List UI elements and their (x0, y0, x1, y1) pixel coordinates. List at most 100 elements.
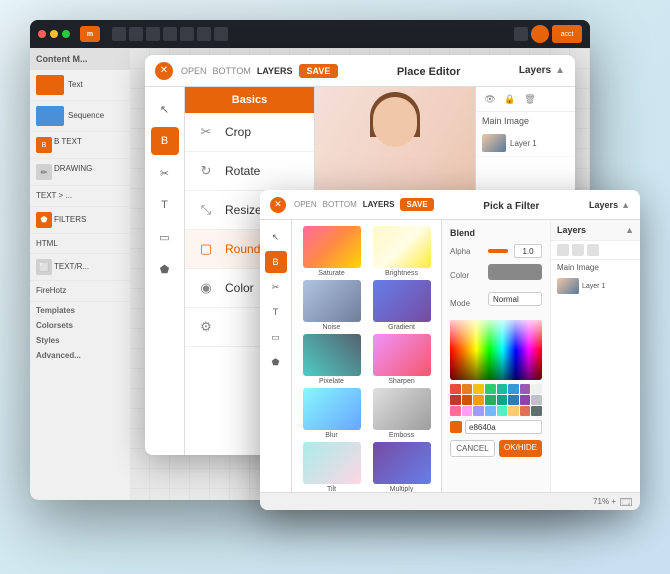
sidebar-item-drawing[interactable]: ✏ DRAWING (30, 159, 130, 186)
sidebar-item-paper[interactable]: ⬜ TEXT/R... (30, 254, 130, 281)
swatch-dark-blue[interactable] (508, 395, 519, 405)
blend-alpha-slider[interactable] (488, 249, 508, 253)
section-templates[interactable]: Templates (30, 302, 130, 317)
ok-button[interactable]: OK/HIDE (499, 440, 542, 457)
section-advanced[interactable]: Advanced... (30, 347, 130, 362)
filter-tool-filter[interactable]: ⬟ (265, 351, 287, 373)
tool-4[interactable] (163, 27, 177, 41)
settings-icon[interactable] (514, 27, 528, 41)
sidebar-item-html[interactable]: HTML (30, 234, 130, 255)
filter-cell-saturate[interactable]: Saturate (298, 226, 365, 277)
layer-visible-icon[interactable]: 👁 (482, 91, 498, 107)
filter-cell-brightness[interactable]: Brightness (368, 226, 435, 277)
swatch-teal[interactable] (497, 384, 508, 394)
tab-bottom[interactable]: BOTTOM (213, 66, 251, 76)
tool-7[interactable] (214, 27, 228, 41)
swatch-yellow[interactable] (473, 384, 484, 394)
tool-shape[interactable]: ▭ (151, 223, 179, 251)
blend-alpha-value[interactable]: 1.0 (514, 244, 542, 258)
sidebar-item-text2[interactable]: TEXT > ... (30, 186, 130, 207)
tool-3[interactable] (146, 27, 160, 41)
swatch-light[interactable] (531, 384, 542, 394)
cancel-button[interactable]: CANCEL (450, 440, 495, 457)
swatch-green[interactable] (485, 384, 496, 394)
filter-close-button[interactable]: ✕ (270, 197, 286, 213)
filter-tool-basics[interactable]: B (265, 251, 287, 273)
filter-cell-pixelate[interactable]: Pixelate (298, 334, 365, 385)
filter-cell-gradient[interactable]: Gradient (368, 280, 435, 331)
swatch-salmon[interactable] (520, 406, 531, 416)
section-styles[interactable]: Styles (30, 332, 130, 347)
tool-filter[interactable]: ⬟ (151, 255, 179, 283)
layer-lock-icon[interactable]: 🔒 (502, 91, 518, 107)
tool-6[interactable] (197, 27, 211, 41)
swatch-red[interactable] (450, 384, 461, 394)
basics-item-rotate[interactable]: ↻ Rotate (185, 152, 314, 191)
blend-color-swatch[interactable] (488, 264, 542, 280)
swatch-dark-purple[interactable] (520, 395, 531, 405)
filter-tool-text[interactable]: T (265, 301, 287, 323)
swatch-dark-orange[interactable] (462, 395, 473, 405)
tool-pointer[interactable]: ↖ (151, 95, 179, 123)
color-spectrum[interactable] (450, 320, 542, 380)
swatch-sky[interactable] (485, 406, 496, 416)
tab-layers[interactable]: LAYERS (257, 66, 293, 76)
swatch-dark-gray[interactable] (531, 406, 542, 416)
swatch-orange[interactable] (462, 384, 473, 394)
filter-tab-open[interactable]: OPEN (294, 200, 317, 209)
tab-open[interactable]: OPEN (181, 66, 207, 76)
sidebar-item-fire[interactable]: FireHotz (30, 281, 130, 302)
filter-tool-crop[interactable]: ✂ (265, 276, 287, 298)
swatch-dark-red[interactable] (450, 395, 461, 405)
filter-tab-bottom[interactable]: BOTTOM (323, 200, 357, 209)
swatch-gray[interactable] (531, 395, 542, 405)
layer-delete-icon[interactable]: 🗑 (522, 91, 538, 107)
filter-cell-emboss[interactable]: Emboss (368, 388, 435, 439)
filter-tool-pointer[interactable]: ↖ (265, 226, 287, 248)
filter-layer-item[interactable]: Layer 1 (551, 275, 640, 297)
swatch-purple[interactable] (520, 384, 531, 394)
tool-text[interactable]: T (151, 191, 179, 219)
filter-cell-noise[interactable]: Noise (298, 280, 365, 331)
basics-item-crop[interactable]: ✂ Crop (185, 113, 314, 152)
fl-tool-visible[interactable] (557, 244, 569, 256)
account-button[interactable]: acct (552, 25, 582, 43)
filter-cell-multiply[interactable]: Multiply (368, 442, 435, 493)
layer-item-1[interactable]: Layer 1 (476, 130, 575, 157)
swatch-peach[interactable] (508, 406, 519, 416)
fl-tool-lock[interactable] (572, 244, 584, 256)
expand-icon[interactable] (620, 498, 632, 506)
filter-cell-tilt[interactable]: Tilt (298, 442, 365, 493)
swatch-dark-yellow[interactable] (473, 395, 484, 405)
tool-5[interactable] (180, 27, 194, 41)
filter-cell-sharpen[interactable]: Sharpen (368, 334, 435, 385)
sidebar-item-sequence[interactable]: Sequence (30, 101, 130, 132)
fl-tool-delete[interactable] (587, 244, 599, 256)
swatch-lavender[interactable] (473, 406, 484, 416)
close-dot[interactable] (38, 30, 46, 38)
section-colorsets[interactable]: Colorsets (30, 317, 130, 332)
maximize-dot[interactable] (62, 30, 70, 38)
user-avatar[interactable] (531, 25, 549, 43)
editor-save-button[interactable]: SAVE (299, 64, 339, 78)
sidebar-item-filters[interactable]: ⬟ FILTERS (30, 207, 130, 234)
minimize-dot[interactable] (50, 30, 58, 38)
swatch-blue[interactable] (508, 384, 519, 394)
editor-close-button[interactable]: ✕ (155, 62, 173, 80)
swatch-light-pink[interactable] (462, 406, 473, 416)
tool-1[interactable] (112, 27, 126, 41)
sidebar-item-btext[interactable]: B B TEXT (30, 132, 130, 159)
swatch-dark-teal[interactable] (497, 395, 508, 405)
swatch-pink[interactable] (450, 406, 461, 416)
filter-tool-shape[interactable]: ▭ (265, 326, 287, 348)
swatch-mint[interactable] (497, 406, 508, 416)
tool-2[interactable] (129, 27, 143, 41)
filter-tab-layers[interactable]: LAYERS (363, 200, 395, 209)
blend-mode-dropdown[interactable]: Normal (488, 292, 542, 306)
sidebar-item-text[interactable]: Text (30, 70, 130, 101)
filter-save-button[interactable]: SAVE (400, 198, 433, 211)
filter-cell-blur[interactable]: Blur (298, 388, 365, 439)
swatch-dark-green[interactable] (485, 395, 496, 405)
tool-basics[interactable]: B (151, 127, 179, 155)
tool-crop[interactable]: ✂ (151, 159, 179, 187)
